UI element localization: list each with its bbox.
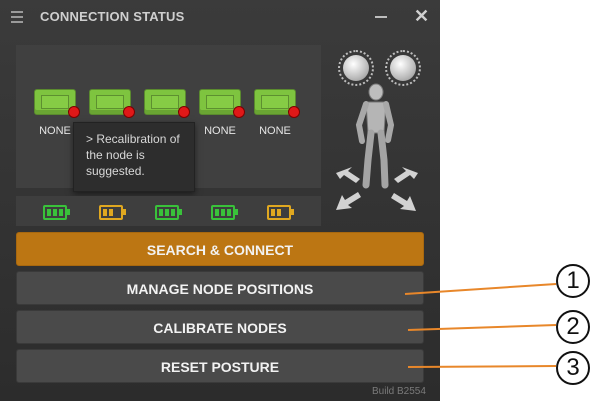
callout-line-2	[407, 324, 557, 331]
callout-line-3	[407, 365, 557, 368]
callout-line-1	[404, 283, 557, 295]
callout-number-1: 1	[556, 264, 590, 298]
callout-lines	[404, 283, 557, 368]
callout-number-2: 2	[556, 310, 590, 344]
callout-number-3: 3	[556, 351, 590, 385]
